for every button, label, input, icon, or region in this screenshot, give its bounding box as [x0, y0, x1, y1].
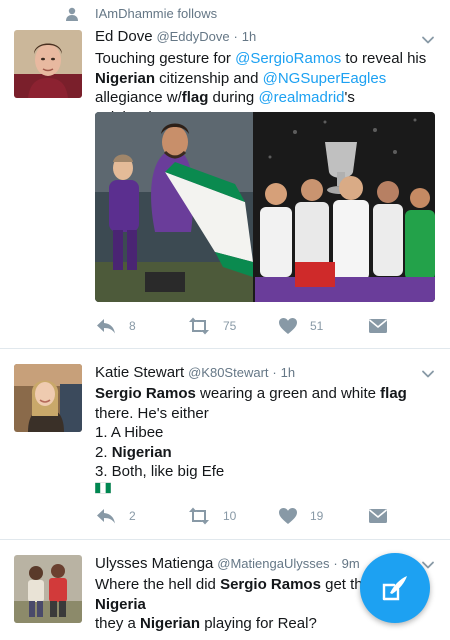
compose-tweet-icon: [382, 576, 407, 601]
highlighted-keyword: Nigeria: [95, 595, 146, 613]
separator-dot: ·: [233, 29, 238, 44]
tweet-actions: 2 10 19: [95, 505, 410, 527]
retweet-icon: [189, 317, 209, 335]
author-handle[interactable]: @MatiengaUlysses: [217, 556, 329, 571]
text-segment: they a: [95, 615, 141, 632]
highlighted-keyword: Nigerian: [95, 69, 156, 87]
highlighted-keyword: Sergio Ramos: [220, 576, 321, 593]
like-button[interactable]: 51: [278, 315, 323, 337]
highlighted-keyword: flag: [181, 89, 209, 106]
tweet-header: Ulysses Matienga @MatiengaUlysses · 9m: [95, 555, 410, 572]
text-segment: 3. Both, like big Efe: [95, 463, 225, 480]
separator-dot: ·: [272, 365, 277, 380]
heart-icon: [279, 508, 297, 524]
avatar[interactable]: [14, 555, 82, 623]
author-handle[interactable]: @K80Stewart: [188, 365, 268, 380]
text-segment: during: [208, 89, 259, 106]
author-name[interactable]: Ulysses Matienga: [95, 555, 213, 572]
tweet-time[interactable]: 1h: [242, 29, 256, 44]
highlighted-keyword: Nigerian: [140, 615, 201, 632]
retweet-count: 75: [223, 319, 237, 333]
like-count: 51: [310, 319, 324, 333]
author-handle[interactable]: @EddyDove: [156, 29, 229, 44]
retweet-button[interactable]: 75: [187, 315, 236, 337]
highlighted-keyword: flag: [380, 385, 407, 402]
retweet-icon: [189, 507, 209, 525]
nigeria-flag-icon: [95, 482, 111, 494]
reply-button[interactable]: 2: [95, 505, 136, 527]
compose-tweet-button[interactable]: [360, 553, 430, 623]
envelope-icon: [368, 319, 388, 333]
envelope-icon: [368, 509, 388, 523]
text-segment: Where the hell did: [95, 576, 221, 593]
tweet[interactable]: Katie Stewart @K80Stewart · 1h Sergio Ra…: [0, 350, 450, 540]
text-segment: to reveal his: [341, 50, 427, 67]
tweet-actions: 8 75 51: [95, 315, 410, 337]
tweet-photo[interactable]: [95, 112, 435, 302]
tweet[interactable]: Ed Dove @EddyDove · 1h Touching gesture …: [0, 22, 450, 349]
tweet-header: Ed Dove @EddyDove · 1h: [95, 28, 410, 45]
reply-count: 2: [129, 509, 136, 523]
chevron-down-icon[interactable]: [420, 366, 436, 382]
reply-icon: [97, 509, 115, 524]
timeline: IAmDhammie follows Ed Dove @EddyDove · 1…: [0, 0, 450, 640]
reply-button[interactable]: 8: [95, 315, 136, 337]
mention-link[interactable]: @NGSuperEagles: [263, 70, 387, 87]
reply-icon: [97, 319, 115, 334]
avatar[interactable]: [14, 30, 82, 98]
tweet-header: Katie Stewart @K80Stewart · 1h: [95, 364, 410, 381]
direct-message-button[interactable]: [368, 315, 388, 337]
retweet-button[interactable]: 10: [187, 505, 236, 527]
highlighted-keyword: Sergio Ramos: [95, 385, 196, 402]
avatar[interactable]: [14, 364, 82, 432]
reply-count: 8: [129, 319, 136, 333]
separator-dot: ·: [333, 556, 338, 571]
mention-link[interactable]: @realmadrid: [258, 89, 344, 106]
social-context-text: IAmDhammie follows: [95, 6, 218, 21]
text-segment: Touching gesture for: [95, 50, 236, 67]
text-segment: allegiance w/: [95, 89, 182, 106]
tweet-time[interactable]: 1h: [281, 365, 295, 380]
like-button[interactable]: 19: [278, 505, 323, 527]
text-segment: 1. A Hibee: [95, 424, 164, 441]
mention-link[interactable]: @SergioRamos: [235, 50, 341, 67]
heart-icon: [279, 318, 297, 334]
chevron-down-icon[interactable]: [420, 32, 436, 48]
author-name[interactable]: Katie Stewart: [95, 364, 184, 381]
tweet-text: Sergio Ramos wearing a green and white f…: [95, 384, 430, 482]
tweet-time[interactable]: 9m: [342, 556, 360, 571]
text-segment: wearing a green and white: [195, 385, 381, 402]
direct-message-button[interactable]: [368, 505, 388, 527]
like-count: 19: [310, 509, 324, 523]
highlighted-keyword: Nigerian: [111, 443, 172, 461]
text-segment: citizenship and: [155, 69, 263, 87]
author-name[interactable]: Ed Dove: [95, 28, 153, 45]
text-segment: playing for Real?: [200, 615, 317, 632]
retweet-count: 10: [223, 509, 237, 523]
text-segment: 2.: [95, 443, 112, 461]
person-icon: [66, 7, 78, 21]
text-segment: there. He's either: [95, 404, 209, 422]
